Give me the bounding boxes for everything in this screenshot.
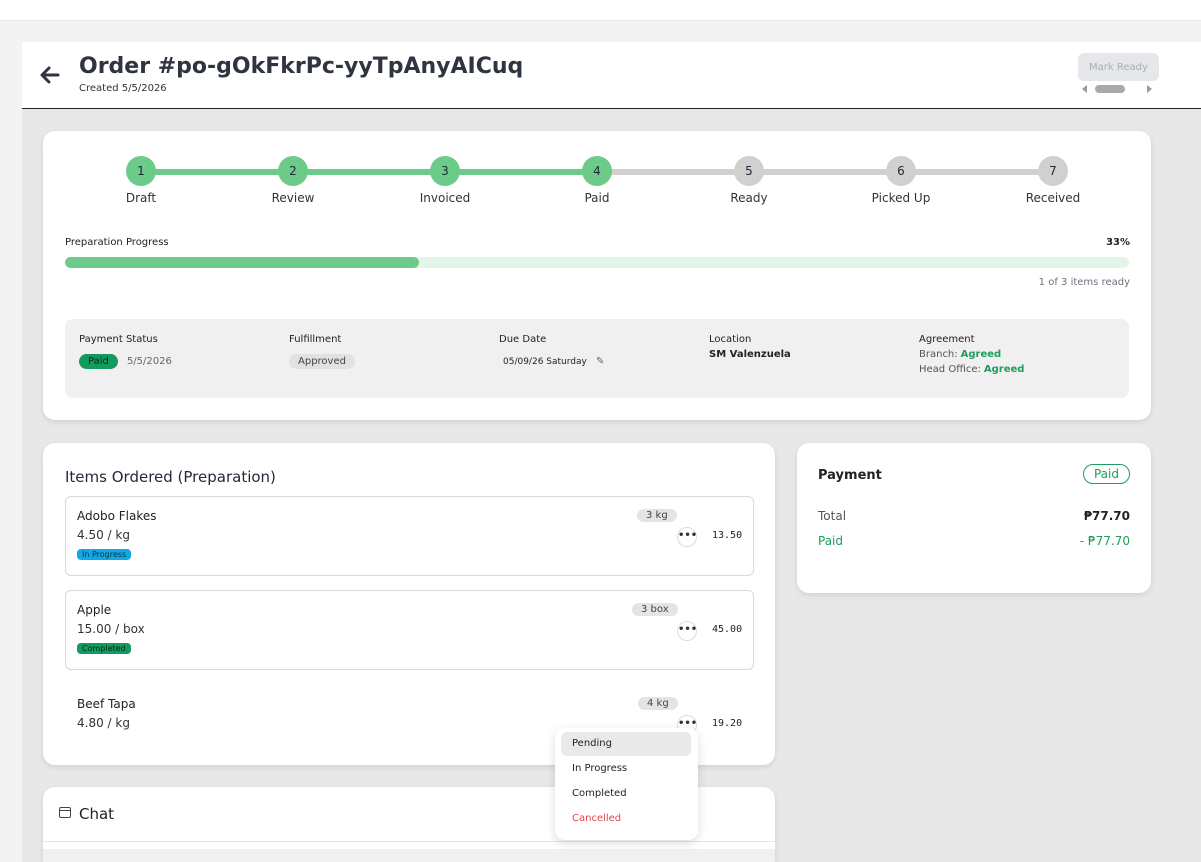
progress-fill <box>65 257 420 268</box>
item-status-menu: Pending In Progress Completed Cancelled <box>555 728 698 840</box>
chat-body <box>43 849 775 862</box>
item-total: 45.00 <box>712 624 743 635</box>
chat-icon <box>59 807 71 818</box>
total-label: Total <box>818 509 847 523</box>
menu-item-pending[interactable]: Pending <box>561 732 691 756</box>
item-name: Adobo Flakes <box>77 509 157 523</box>
menu-item-cancelled[interactable]: Cancelled <box>561 807 691 831</box>
payment-status-badge: Paid <box>1082 464 1130 484</box>
step-connector-6 <box>901 169 1053 175</box>
agreement-heading: Agreement <box>919 334 975 345</box>
payment-status-section: Payment Status Paid 5/5/2026 <box>79 334 172 369</box>
step-label-review: Review <box>271 191 315 205</box>
browser-top-strip <box>0 0 1201 21</box>
order-info-panel: Payment Status Paid 5/5/2026 Fulfillment… <box>65 319 1129 398</box>
mark-ready-button[interactable]: Mark Ready <box>1078 53 1159 81</box>
step-connector-1 <box>141 169 293 175</box>
total-value: ₱77.70 <box>1083 509 1130 523</box>
item-unit-price: 4.50 / kg <box>77 528 130 542</box>
item-unit-price: 15.00 / box <box>77 622 145 636</box>
location-value: SM Valenzuela <box>709 349 791 360</box>
step-connector-5 <box>749 169 901 175</box>
payment-status-badge: Paid <box>79 354 118 369</box>
step-label-ready: Ready <box>730 191 768 205</box>
paid-value: - ₱77.70 <box>1079 534 1130 548</box>
payment-card: Payment Paid Total ₱77.70 Paid - ₱77.70 <box>797 443 1151 593</box>
progress-label: Preparation Progress <box>65 237 169 248</box>
item-name: Apple <box>77 603 112 617</box>
menu-item-completed[interactable]: Completed <box>561 782 691 806</box>
step-circle-received: 7 <box>1038 156 1068 186</box>
horizontal-scrollbar[interactable] <box>1082 84 1152 94</box>
more-options-icon[interactable]: ••• <box>677 527 697 547</box>
step-circle-ready: 5 <box>734 156 764 186</box>
location-heading: Location <box>709 334 752 345</box>
item-unit-price: 4.80 / kg <box>77 716 130 730</box>
progress-percent: 33% <box>1106 237 1130 248</box>
item-quantity-badge: 3 box <box>632 603 678 616</box>
items-title: Items Ordered (Preparation) <box>65 468 276 486</box>
scrollbar-thumb[interactable] <box>1095 85 1125 93</box>
chat-divider <box>43 841 775 842</box>
step-circle-review: 2 <box>278 156 308 186</box>
item-total: 13.50 <box>712 530 743 541</box>
progress-track <box>65 257 1129 268</box>
edit-pencil-icon[interactable]: ✎ <box>596 356 604 367</box>
created-date: Created 5/5/2026 <box>79 83 167 94</box>
due-date-section: Due Date 05/09/26 Saturday ✎ <box>499 334 604 368</box>
item-name: Beef Tapa <box>77 697 136 711</box>
back-arrow-icon[interactable] <box>38 64 62 86</box>
step-label-invoiced: Invoiced <box>419 191 471 205</box>
agreement-head-office-row: Head Office: Agreed <box>919 364 1024 375</box>
head-office-label: Head Office: <box>919 364 981 375</box>
step-label-picked-up: Picked Up <box>871 191 931 205</box>
step-circle-picked-up: 6 <box>886 156 916 186</box>
step-connector-4 <box>597 169 749 175</box>
head-office-value: Agreed <box>983 364 1025 375</box>
step-circle-draft: 1 <box>126 156 156 186</box>
step-connector-3 <box>445 169 597 175</box>
payment-title: Payment <box>818 468 882 483</box>
order-page: Order #po-gOkFkrPc-yyTpAnyAICuq Created … <box>22 42 1201 862</box>
agreement-branch-row: Branch: Agreed <box>919 349 1024 360</box>
item-status-badge: In Progress <box>77 549 132 560</box>
order-stepper: 1 2 3 4 5 6 7 Draft Review Invoiced Paid… <box>43 131 1151 221</box>
list-item: Apple 15.00 / box Completed 3 box ••• 45… <box>65 590 754 670</box>
location-section: Location SM Valenzuela <box>709 334 791 360</box>
step-label-received: Received <box>1025 191 1081 205</box>
items-ordered-card: Items Ordered (Preparation) Adobo Flakes… <box>43 443 775 765</box>
item-quantity-badge: 4 kg <box>638 697 678 710</box>
step-label-draft: Draft <box>125 191 157 205</box>
step-connector-2 <box>293 169 445 175</box>
order-status-card: 1 2 3 4 5 6 7 Draft Review Invoiced Paid… <box>43 131 1151 420</box>
branch-value: Agreed <box>960 349 1002 360</box>
fulfillment-section: Fulfillment Approved <box>289 334 355 369</box>
more-options-icon[interactable]: ••• <box>677 621 697 641</box>
item-quantity-badge: 3 kg <box>637 509 677 522</box>
due-date-heading: Due Date <box>499 334 547 345</box>
order-header: Order #po-gOkFkrPc-yyTpAnyAICuq Created … <box>22 42 1201 109</box>
due-date-value: 05/09/26 Saturday <box>503 357 587 367</box>
scroll-right-icon[interactable] <box>1147 85 1152 93</box>
item-status-badge: Completed <box>77 643 131 654</box>
step-label-paid: Paid <box>584 191 610 205</box>
payment-status-heading: Payment Status <box>79 334 158 345</box>
step-circle-paid: 4 <box>582 156 612 186</box>
branch-label: Branch: <box>919 349 958 360</box>
item-total: 19.20 <box>712 718 743 729</box>
payment-date: 5/5/2026 <box>126 356 172 367</box>
agreement-section: Agreement Branch: Agreed Head Office: Agre… <box>919 334 1024 379</box>
step-circle-invoiced: 3 <box>430 156 460 186</box>
progress-note: 1 of 3 items ready <box>1038 277 1130 288</box>
list-item: Adobo Flakes 4.50 / kg In Progress 3 kg … <box>65 496 754 576</box>
paid-label: Paid <box>818 534 844 548</box>
fulfillment-badge: Approved <box>289 354 355 369</box>
scroll-left-icon[interactable] <box>1082 85 1087 93</box>
page-title: Order #po-gOkFkrPc-yyTpAnyAICuq <box>79 54 524 79</box>
chat-title: Chat <box>79 805 115 823</box>
fulfillment-heading: Fulfillment <box>289 334 342 345</box>
menu-item-in-progress[interactable]: In Progress <box>561 757 691 781</box>
